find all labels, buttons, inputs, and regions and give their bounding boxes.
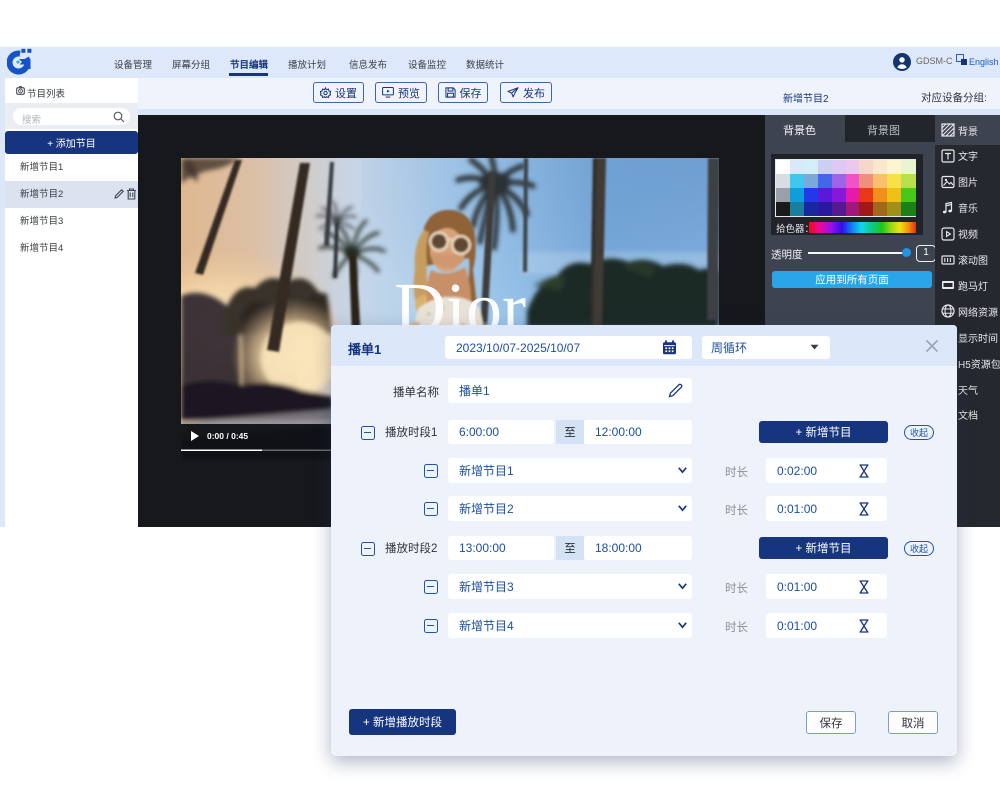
svg-text:0:00 / 0:45: 0:00 / 0:45 [207, 431, 248, 441]
